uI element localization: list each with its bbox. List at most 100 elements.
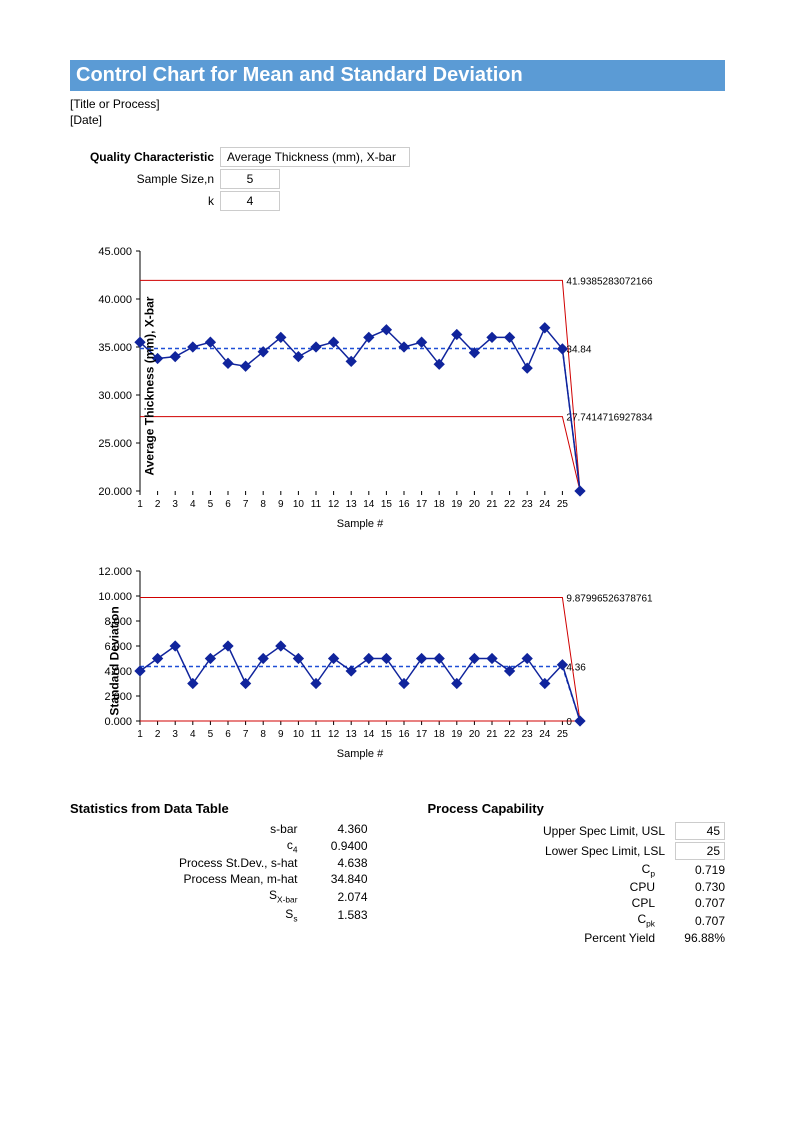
svg-text:Sample #: Sample # [337, 518, 384, 530]
svg-text:10.000: 10.000 [98, 591, 132, 603]
svg-text:10: 10 [293, 499, 305, 510]
svg-text:25: 25 [557, 729, 569, 740]
svg-text:41.9385283072166: 41.9385283072166 [566, 276, 653, 287]
xbar-y-axis-label: Average Thickness (mm), X-bar [142, 297, 156, 476]
svg-text:16: 16 [398, 499, 410, 510]
svg-text:9: 9 [278, 499, 284, 510]
quality-characteristic-label: Quality Characteristic [70, 150, 220, 164]
stddev-chart: Standard Deviation 0.0002.0004.0006.0008… [70, 561, 725, 761]
sample-size-value[interactable]: 5 [220, 169, 280, 189]
svg-text:25.000: 25.000 [98, 438, 132, 450]
svg-text:24: 24 [539, 729, 551, 740]
mhat-value: 34.840 [308, 872, 368, 886]
sbar-label: s-bar [70, 822, 308, 836]
cpl-value: 0.707 [665, 896, 725, 910]
svg-text:15: 15 [381, 729, 393, 740]
svg-text:40.000: 40.000 [98, 294, 132, 306]
statistics-section: Statistics from Data Table s-bar4.360 c4… [70, 801, 725, 947]
sxbar-label: SX-bar [70, 888, 308, 904]
svg-text:16: 16 [398, 729, 410, 740]
lsl-label: Lower Spec Limit, LSL [428, 844, 676, 858]
stddev-chart-svg: 0.0002.0004.0006.0008.00010.00012.000123… [70, 561, 710, 761]
svg-text:14: 14 [363, 499, 375, 510]
percent-yield-label: Percent Yield [428, 931, 666, 945]
svg-text:4.36: 4.36 [566, 663, 586, 674]
stddev-y-axis-label: Standard Deviation [108, 606, 122, 715]
svg-text:Sample #: Sample # [337, 748, 384, 760]
svg-text:6: 6 [225, 499, 231, 510]
cpl-label: CPL [428, 896, 666, 910]
percent-yield-value: 96.88% [665, 931, 725, 945]
sbar-value: 4.360 [308, 822, 368, 836]
svg-text:23: 23 [522, 729, 534, 740]
svg-text:18: 18 [434, 499, 446, 510]
svg-text:17: 17 [416, 729, 428, 740]
svg-text:18: 18 [434, 729, 446, 740]
sample-size-label: Sample Size,n [70, 172, 220, 186]
svg-text:0.000: 0.000 [104, 716, 132, 728]
usl-label: Upper Spec Limit, USL [428, 824, 676, 838]
svg-text:25: 25 [557, 499, 569, 510]
cpk-value: 0.707 [665, 914, 725, 928]
svg-text:19: 19 [451, 499, 463, 510]
svg-text:14: 14 [363, 729, 375, 740]
svg-text:3: 3 [172, 499, 178, 510]
xbar-chart: Average Thickness (mm), X-bar 20.000 25.0… [70, 241, 725, 531]
svg-text:4: 4 [190, 729, 196, 740]
k-value[interactable]: 4 [220, 191, 280, 211]
parameter-table: Quality Characteristic Average Thickness… [70, 147, 725, 211]
process-capability: Process Capability Upper Spec Limit, USL… [428, 801, 726, 947]
svg-text:11: 11 [311, 499, 322, 510]
svg-text:12: 12 [328, 729, 340, 740]
cp-value: 0.719 [665, 863, 725, 877]
c4-value: 0.9400 [308, 839, 368, 853]
svg-text:20: 20 [469, 729, 481, 740]
svg-text:22: 22 [504, 729, 516, 740]
svg-text:13: 13 [346, 729, 358, 740]
svg-text:3: 3 [172, 729, 178, 740]
usl-value[interactable]: 45 [675, 822, 725, 840]
svg-text:12: 12 [328, 499, 340, 510]
shat-value: 4.638 [308, 856, 368, 870]
mhat-label: Process Mean, m-hat [70, 872, 308, 886]
svg-text:9.87996526378761: 9.87996526378761 [566, 594, 653, 605]
svg-text:45.000: 45.000 [98, 246, 132, 258]
svg-text:35.000: 35.000 [98, 342, 132, 354]
date-placeholder: [Date] [70, 113, 725, 127]
svg-text:20: 20 [469, 499, 481, 510]
page-title-banner: Control Chart for Mean and Standard Devi… [70, 60, 725, 91]
svg-text:1: 1 [137, 499, 143, 510]
lsl-value[interactable]: 25 [675, 842, 725, 860]
svg-text:13: 13 [346, 499, 358, 510]
svg-text:17: 17 [416, 499, 428, 510]
svg-text:9: 9 [278, 729, 284, 740]
stats-header: Statistics from Data Table [70, 801, 368, 816]
capability-header: Process Capability [428, 801, 726, 816]
svg-text:21: 21 [486, 499, 498, 510]
svg-text:30.000: 30.000 [98, 390, 132, 402]
svg-text:5: 5 [208, 499, 214, 510]
svg-text:6: 6 [225, 729, 231, 740]
stats-from-data-table: Statistics from Data Table s-bar4.360 c4… [70, 801, 368, 947]
svg-text:0: 0 [566, 717, 572, 728]
svg-text:8: 8 [260, 499, 266, 510]
svg-text:4: 4 [190, 499, 196, 510]
sxbar-value: 2.074 [308, 890, 368, 904]
svg-text:15: 15 [381, 499, 393, 510]
cpu-value: 0.730 [665, 880, 725, 894]
svg-text:2: 2 [155, 729, 161, 740]
svg-text:20.000: 20.000 [98, 486, 132, 498]
svg-text:23: 23 [522, 499, 534, 510]
svg-text:2: 2 [155, 499, 161, 510]
cpk-label: Cpk [428, 912, 666, 928]
svg-text:7: 7 [243, 499, 249, 510]
svg-text:27.7414716927834: 27.7414716927834 [566, 413, 653, 424]
ss-value: 1.583 [308, 908, 368, 922]
title-placeholder: [Title or Process] [70, 97, 725, 111]
shat-label: Process St.Dev., s-hat [70, 856, 308, 870]
svg-text:21: 21 [486, 729, 498, 740]
svg-text:19: 19 [451, 729, 463, 740]
ss-label: Ss [70, 907, 308, 923]
quality-characteristic-value[interactable]: Average Thickness (mm), X-bar [220, 147, 410, 167]
cp-label: Cp [428, 862, 666, 878]
